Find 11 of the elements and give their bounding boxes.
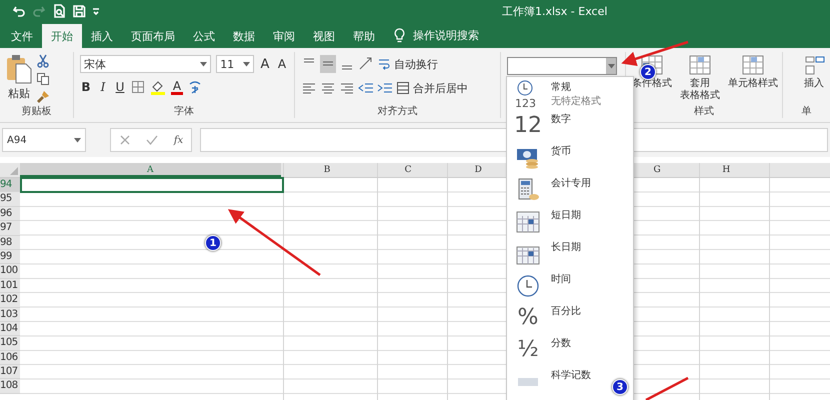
group-label: 单 — [802, 106, 812, 117]
format-glyph: % — [518, 305, 538, 331]
format-glyph: 12 — [514, 113, 542, 139]
group-label: 字体 — [174, 106, 194, 117]
group-label: 样式 — [694, 106, 714, 117]
window-title: 工作簿1.xlsx - Excel — [502, 4, 608, 18]
format-description: 无特定格式 — [551, 94, 601, 108]
format-glyph: ½ — [517, 337, 539, 363]
number-glyph: 123 — [515, 98, 536, 110]
group-label: 对齐方式 — [378, 106, 418, 117]
group-label: 剪贴板 — [22, 106, 52, 117]
